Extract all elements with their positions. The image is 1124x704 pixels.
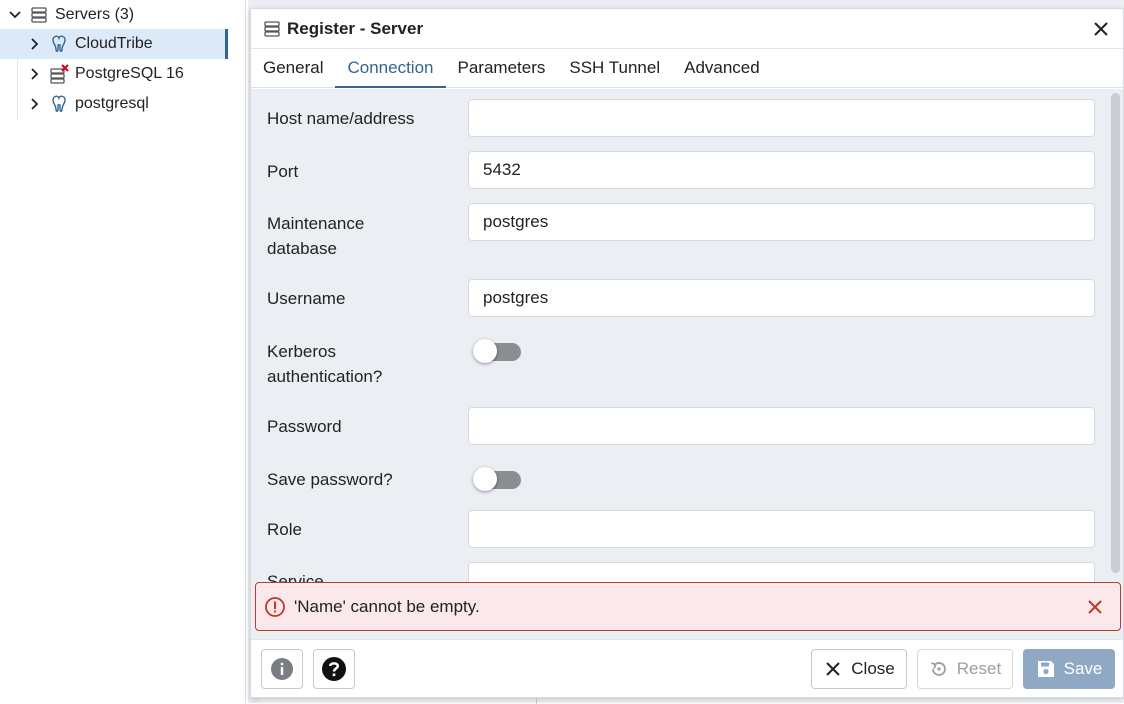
close-button[interactable]: Close [811, 649, 907, 689]
save-password-label: Save password? [267, 470, 393, 489]
password-input[interactable] [468, 407, 1095, 445]
kerberos-label-line2: authentication? [267, 367, 383, 386]
reset-icon [929, 659, 949, 679]
tab-connection[interactable]: Connection [335, 49, 446, 88]
close-icon [823, 659, 843, 679]
close-icon[interactable] [1086, 598, 1104, 616]
object-explorer-tree: Servers (3) CloudTribe PostgreSQL 16 pos… [0, 0, 246, 703]
role-input[interactable] [468, 510, 1095, 548]
form-scrollbar[interactable] [1111, 93, 1120, 573]
dialog-tabs: General Connection Parameters SSH Tunnel… [251, 49, 1123, 88]
server-icon [263, 20, 281, 38]
dialog-footer: Close Reset Save [251, 639, 1123, 697]
tree-item-cloudtribe[interactable]: CloudTribe [0, 29, 228, 59]
save-icon [1036, 659, 1056, 679]
save-button-label: Save [1063, 659, 1103, 678]
host-label: Host name/address [267, 109, 415, 128]
host-input[interactable] [468, 99, 1095, 137]
tab-general[interactable]: General [251, 49, 335, 87]
maintenance-db-label-line2: database [267, 239, 337, 258]
port-label: Port [267, 162, 299, 181]
tree-item-postgresql[interactable]: postgresql [0, 89, 228, 119]
password-label: Password [267, 417, 342, 436]
register-server-dialog: Register - Server General Connection Par… [250, 8, 1124, 698]
chevron-right-icon[interactable] [26, 37, 44, 51]
dialog-title: Register - Server [287, 18, 424, 38]
info-button[interactable] [261, 649, 303, 689]
maintenance-db-input[interactable]: postgres [468, 203, 1095, 241]
info-icon [270, 657, 294, 681]
error-notification: 'Name' cannot be empty. [255, 582, 1121, 631]
username-label: Username [267, 289, 346, 308]
error-message: 'Name' cannot be empty. [294, 596, 480, 616]
postgres-elephant-icon [48, 33, 70, 55]
close-icon[interactable] [1091, 19, 1111, 39]
reset-button-label: Reset [956, 659, 1002, 678]
username-input[interactable]: postgres [468, 279, 1095, 317]
reset-button[interactable]: Reset [917, 649, 1013, 689]
tab-advanced[interactable]: Advanced [672, 49, 772, 87]
tree-item-postgresql16[interactable]: PostgreSQL 16 [0, 59, 228, 89]
maintenance-db-label: Maintenance database [267, 211, 364, 261]
tab-parameters[interactable]: Parameters [446, 49, 558, 87]
help-button[interactable] [313, 649, 355, 689]
chevron-right-icon[interactable] [26, 67, 44, 81]
maintenance-db-label-line1: Maintenance [267, 214, 365, 233]
tree-root-label: Servers (3) [55, 6, 135, 23]
chevron-right-icon[interactable] [26, 97, 44, 111]
port-input[interactable]: 5432 [468, 151, 1095, 189]
toggle-knob [473, 467, 497, 491]
tree-item-label: CloudTribe [75, 35, 153, 52]
server-disconnected-icon [48, 63, 70, 85]
tab-ssh-tunnel[interactable]: SSH Tunnel [557, 49, 672, 87]
postgres-elephant-icon [48, 93, 70, 115]
kerberos-toggle[interactable] [473, 336, 521, 363]
connection-form: Host name/address Port 5432 Maintenance … [251, 89, 1123, 639]
role-label: Role [267, 520, 302, 539]
save-button[interactable]: Save [1023, 649, 1115, 689]
tree-item-label: PostgreSQL 16 [75, 65, 184, 82]
kerberos-label: Kerberos authentication? [267, 339, 382, 389]
chevron-down-icon[interactable] [6, 8, 24, 22]
help-icon [321, 656, 347, 682]
error-icon [264, 596, 286, 618]
dialog-header[interactable]: Register - Server [251, 9, 1123, 49]
kerberos-label-line1: Kerberos [267, 342, 336, 361]
toggle-knob [473, 339, 497, 363]
close-button-label: Close [851, 659, 895, 678]
tree-root-servers[interactable]: Servers (3) [6, 0, 234, 30]
save-password-toggle[interactable] [473, 464, 521, 491]
tree-item-label: postgresql [75, 95, 149, 112]
server-group-icon [28, 4, 50, 26]
